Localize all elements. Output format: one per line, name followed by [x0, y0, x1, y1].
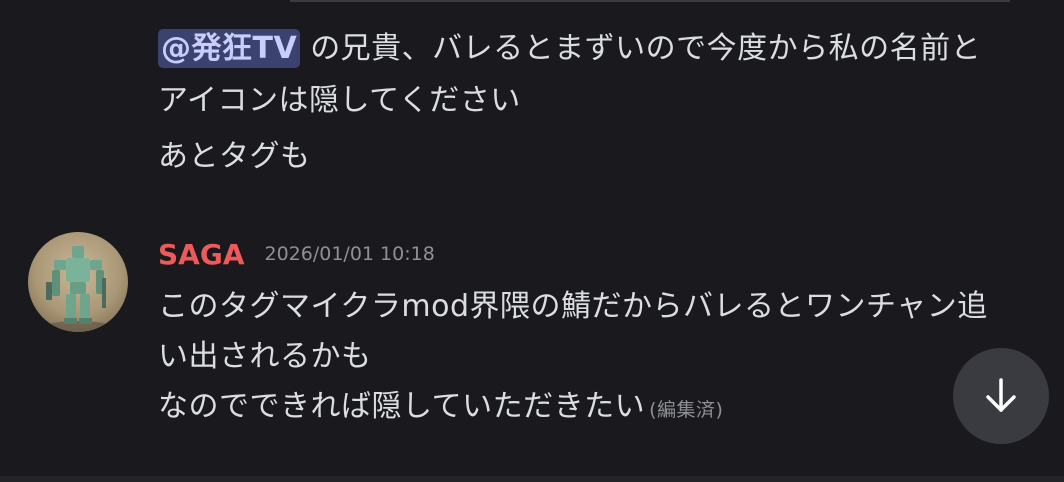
message-text: なのでできれば隠していただきたい — [158, 389, 646, 424]
divider-bottom — [0, 476, 1064, 482]
message-line: なのでできれば隠していただきたい (編集済) — [158, 382, 1038, 432]
message-text: の兄貴、バレるとまずいので今度から私の名前と — [310, 31, 982, 66]
avatar[interactable] — [28, 232, 128, 332]
user-mention[interactable]: @発狂TV — [158, 29, 301, 68]
timestamp: 2026/01/01 10:18 — [264, 243, 435, 265]
message-header: SAGA 2026/01/01 10:18 — [158, 234, 435, 274]
message-line: あとタグも — [158, 139, 311, 174]
arrow-down-icon — [986, 378, 1016, 412]
username[interactable]: SAGA — [158, 238, 245, 271]
robot-figure-avatar-icon — [44, 246, 112, 332]
message-line: @発狂TV の兄貴、バレるとまずいので今度から私の名前と — [158, 24, 1038, 74]
message-line: アイコンは隠してください — [158, 83, 521, 118]
edited-label: (編集済) — [649, 399, 724, 421]
message-saga: SAGA 2026/01/01 10:18 このタグマイクラmod界隈の鯖だから… — [0, 226, 1064, 426]
message-body: このタグマイクラmod界隈の鯖だからバレるとワンチャン追 い出されるかも なので… — [158, 282, 1038, 432]
scroll-to-bottom-button[interactable] — [953, 348, 1049, 444]
message-line: い出されるかも — [158, 339, 372, 374]
divider-top — [290, 0, 1010, 2]
message-line: このタグマイクラmod界隈の鯖だからバレるとワンチャン追 — [158, 289, 988, 324]
message-previous: @発狂TV の兄貴、バレるとまずいので今度から私の名前と アイコンは隠してください… — [158, 24, 1038, 176]
